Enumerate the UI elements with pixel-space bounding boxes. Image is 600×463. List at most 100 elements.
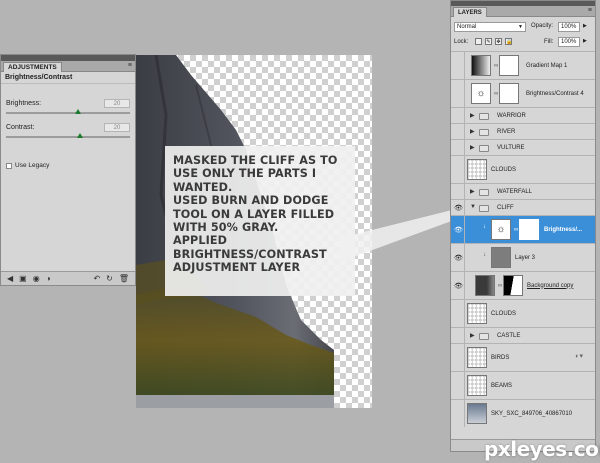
visibility-toggle[interactable] xyxy=(453,80,465,107)
lock-position-icon[interactable]: ✥ xyxy=(495,38,502,45)
contrast-slider-thumb[interactable] xyxy=(77,133,84,138)
visibility-toggle[interactable] xyxy=(453,400,465,427)
lock-image-icon[interactable]: ✎ xyxy=(485,38,492,45)
layer-mask-thumbnail[interactable] xyxy=(499,55,519,76)
visibility-toggle[interactable] xyxy=(453,184,465,199)
layer-row[interactable]: ☼ ∞ Brightness/Contrast 4 xyxy=(451,79,595,107)
layer-row[interactable]: SKY_SXC_849706_40867010 xyxy=(451,399,595,427)
layer-row[interactable]: 👁 ↓ Layer 3 xyxy=(451,243,595,271)
reset-icon[interactable]: ↻ xyxy=(106,274,113,283)
brightness-contrast-icon: ☼ xyxy=(491,219,511,240)
layer-thumbnail xyxy=(467,159,487,180)
layer-mask-thumbnail[interactable] xyxy=(503,275,523,296)
layer-name: Background copy xyxy=(527,282,574,289)
preview-icon[interactable]: ◑ xyxy=(46,274,51,283)
layers-panel: LAYERS ≡ Normal ▼ Opacity: 100% ▶ Lock: … xyxy=(450,0,596,452)
layer-group-row[interactable]: ▶ WATERFALL xyxy=(451,183,595,199)
eye-icon[interactable]: 👁 xyxy=(453,272,465,299)
panel-menu-icon[interactable]: ≡ xyxy=(128,62,132,69)
visibility-toggle[interactable] xyxy=(453,372,465,399)
fill-input[interactable]: 100% xyxy=(558,37,580,47)
link-icon[interactable]: ∞ xyxy=(514,227,518,233)
lock-all-icon[interactable]: 🔒 xyxy=(505,38,512,45)
chevron-down-icon: ▼ xyxy=(518,24,523,30)
note-line: BRIGHTNESS/CONTRAST xyxy=(173,247,327,261)
visibility-toggle[interactable] xyxy=(453,156,465,183)
layer-name: VULTURE xyxy=(497,144,525,151)
expand-arrow-icon[interactable]: ▶ xyxy=(470,112,475,119)
opacity-input[interactable]: 100% xyxy=(558,22,580,32)
link-icon[interactable]: ∞ xyxy=(498,283,502,289)
link-icon[interactable]: ∞ xyxy=(494,63,498,69)
brightness-slider[interactable] xyxy=(6,109,130,114)
layer-row[interactable]: BIRDS ◐▾ xyxy=(451,343,595,371)
visibility-toggle[interactable] xyxy=(453,328,465,343)
expand-arrow-icon[interactable]: ▶ xyxy=(470,332,475,339)
layer-name: BEAMS xyxy=(491,382,513,389)
note-line: WANTED. xyxy=(173,180,233,194)
layer-group-row[interactable]: ▶ RIVER xyxy=(451,123,595,139)
visibility-toggle[interactable] xyxy=(453,300,465,327)
layer-group-row[interactable]: ▶ VULTURE xyxy=(451,139,595,155)
annotation-note: MASKED THE CLIFF AS TO USE ONLY THE PART… xyxy=(165,146,355,296)
opacity-arrow-icon[interactable]: ▶ xyxy=(583,23,587,29)
layer-thumbnail xyxy=(467,347,487,368)
collapse-arrow-icon[interactable]: ▼ xyxy=(470,204,476,210)
visibility-toggle[interactable] xyxy=(453,140,465,155)
layer-group-row[interactable]: ▶ WARRIOR xyxy=(451,107,595,123)
layer-mask-thumbnail[interactable] xyxy=(499,83,519,104)
gradient-map-icon xyxy=(471,55,491,76)
link-icon[interactable]: ∞ xyxy=(494,91,498,97)
contrast-input[interactable]: 20 xyxy=(104,123,130,132)
layer-thumbnail xyxy=(467,303,487,324)
layer-row[interactable]: CLOUDS xyxy=(451,299,595,327)
layer-group-row[interactable]: ▶ CASTLE xyxy=(451,327,595,343)
layer-row[interactable]: BEAMS xyxy=(451,371,595,399)
layer-row[interactable]: CLOUDS xyxy=(451,155,595,183)
adjustments-panel: ADJUSTMENTS ≡ Brightness/Contrast Bright… xyxy=(0,54,136,286)
expand-arrow-icon[interactable]: ▶ xyxy=(470,128,475,135)
brightness-slider-thumb[interactable] xyxy=(74,109,81,114)
layer-mask-thumbnail[interactable] xyxy=(519,219,539,240)
visibility-toggle[interactable] xyxy=(453,124,465,139)
tab-adjustments[interactable]: ADJUSTMENTS xyxy=(3,62,62,72)
note-line: ADJUSTMENT LAYER xyxy=(173,261,301,275)
trash-icon[interactable]: 🗑 xyxy=(119,274,129,283)
visibility-toggle[interactable] xyxy=(453,344,465,371)
return-icon[interactable]: ◀ xyxy=(7,274,13,283)
lock-transparency-icon[interactable] xyxy=(475,38,482,45)
contrast-slider[interactable] xyxy=(6,133,130,138)
use-legacy-checkbox[interactable] xyxy=(6,162,12,169)
contrast-label: Contrast: xyxy=(6,124,35,131)
expand-arrow-icon[interactable]: ▶ xyxy=(470,188,475,195)
previous-state-icon[interactable]: ↶ xyxy=(93,274,100,283)
clip-layer-icon[interactable]: ▣ xyxy=(19,274,27,283)
layer-effects-icon[interactable]: ◐▾ xyxy=(575,352,583,360)
layer-row[interactable]: ∞ Gradient Map 1 xyxy=(451,51,595,79)
folder-icon xyxy=(479,129,489,136)
blend-mode-value: Normal xyxy=(457,24,477,30)
visibility-toggle[interactable] xyxy=(453,52,465,79)
folder-icon xyxy=(479,189,489,196)
brightness-contrast-icon: ☼ xyxy=(471,83,491,104)
eye-icon[interactable]: 👁 xyxy=(453,200,465,215)
brightness-input[interactable]: 20 xyxy=(104,99,130,108)
eye-icon[interactable]: 👁 xyxy=(453,244,465,271)
visibility-toggle[interactable] xyxy=(453,108,465,123)
layer-name: Layer 3 xyxy=(515,254,536,261)
blend-mode-select[interactable]: Normal ▼ xyxy=(454,22,526,32)
eye-icon[interactable]: 👁 xyxy=(453,216,465,243)
expand-arrow-icon[interactable]: ▶ xyxy=(470,144,475,151)
layer-name: Gradient Map 1 xyxy=(526,62,568,69)
layer-name: RIVER xyxy=(497,128,516,135)
layer-name: CASTLE xyxy=(497,332,521,339)
layer-row-selected[interactable]: 👁 ↓ ☼ ∞ Brightness/... xyxy=(451,215,595,243)
fill-arrow-icon[interactable]: ▶ xyxy=(583,38,587,44)
note-line: TOOL ON A LAYER FILLED xyxy=(173,207,335,221)
layer-name: CLOUDS xyxy=(491,166,517,173)
layer-group-row[interactable]: 👁 ▼ CLIFF xyxy=(451,199,595,215)
tab-layers[interactable]: LAYERS xyxy=(453,7,487,17)
layer-row[interactable]: 👁 ∞ Background copy xyxy=(451,271,595,299)
panel-menu-icon[interactable]: ≡ xyxy=(588,7,592,14)
visibility-icon[interactable]: ◉ xyxy=(33,274,40,283)
